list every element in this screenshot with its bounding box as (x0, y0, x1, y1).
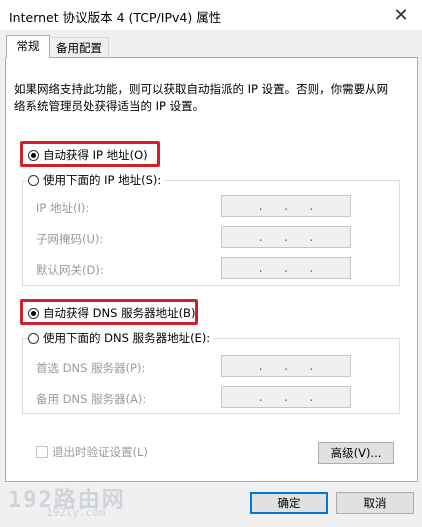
validate-checkbox-label: 退出时验证设置(L) (52, 445, 148, 459)
ok-button[interactable]: 确定 (250, 492, 328, 514)
preferred-dns-label: 首选 DNS 服务器(P): (36, 361, 146, 375)
close-icon[interactable]: ✕ (386, 2, 416, 28)
radio-manual-dns-label: 使用下面的 DNS 服务器地址(E): (43, 331, 211, 345)
watermark: 192路由网 192ly.com (8, 482, 126, 519)
radio-auto-dns[interactable]: 自动获得 DNS 服务器地址(B) (28, 305, 195, 321)
title-bar: Internet 协议版本 4 (TCP/IPv4) 属性 ✕ (0, 0, 422, 30)
alternate-dns-label: 备用 DNS 服务器(A): (36, 392, 147, 406)
radio-unselected-icon (28, 174, 39, 186)
default-gateway-input: ... (221, 257, 351, 279)
radio-unselected-icon (28, 332, 39, 344)
radio-manual-ip-label: 使用下面的 IP 地址(S): (43, 173, 162, 187)
ip-address-input: ... (221, 195, 351, 217)
radio-manual-ip[interactable]: 使用下面的 IP 地址(S): (28, 172, 165, 188)
watermark-sub: 192ly.com (46, 506, 106, 519)
radio-auto-dns-label: 自动获得 DNS 服务器地址(B) (43, 306, 196, 320)
radio-selected-icon (28, 307, 39, 319)
tab-general[interactable]: 常规 (6, 35, 50, 58)
tab-alternate-config[interactable]: 备用配置 (49, 37, 109, 58)
window-title: Internet 协议版本 4 (TCP/IPv4) 属性 (9, 10, 222, 25)
subnet-mask-label: 子网掩码(U): (36, 232, 104, 246)
validate-checkbox[interactable] (36, 446, 48, 458)
description-text: 如果网络支持此功能，则可以获取自动指派的 IP 设置。否则，你需要从网络系统管理… (14, 82, 389, 113)
cancel-button[interactable]: 取消 (336, 492, 414, 514)
radio-auto-ip-label: 自动获得 IP 地址(O) (43, 148, 148, 162)
advanced-button[interactable]: 高级(V)... (318, 442, 394, 464)
radio-manual-dns[interactable]: 使用下面的 DNS 服务器地址(E): (28, 330, 214, 346)
subnet-mask-input: ... (221, 226, 351, 248)
ip-address-label: IP 地址(I): (36, 201, 90, 215)
preferred-dns-input: ... (221, 355, 351, 377)
alternate-dns-input: ... (221, 386, 351, 408)
default-gateway-label: 默认网关(D): (36, 263, 104, 277)
radio-selected-icon (28, 149, 39, 161)
radio-auto-ip[interactable]: 自动获得 IP 地址(O) (28, 147, 148, 163)
